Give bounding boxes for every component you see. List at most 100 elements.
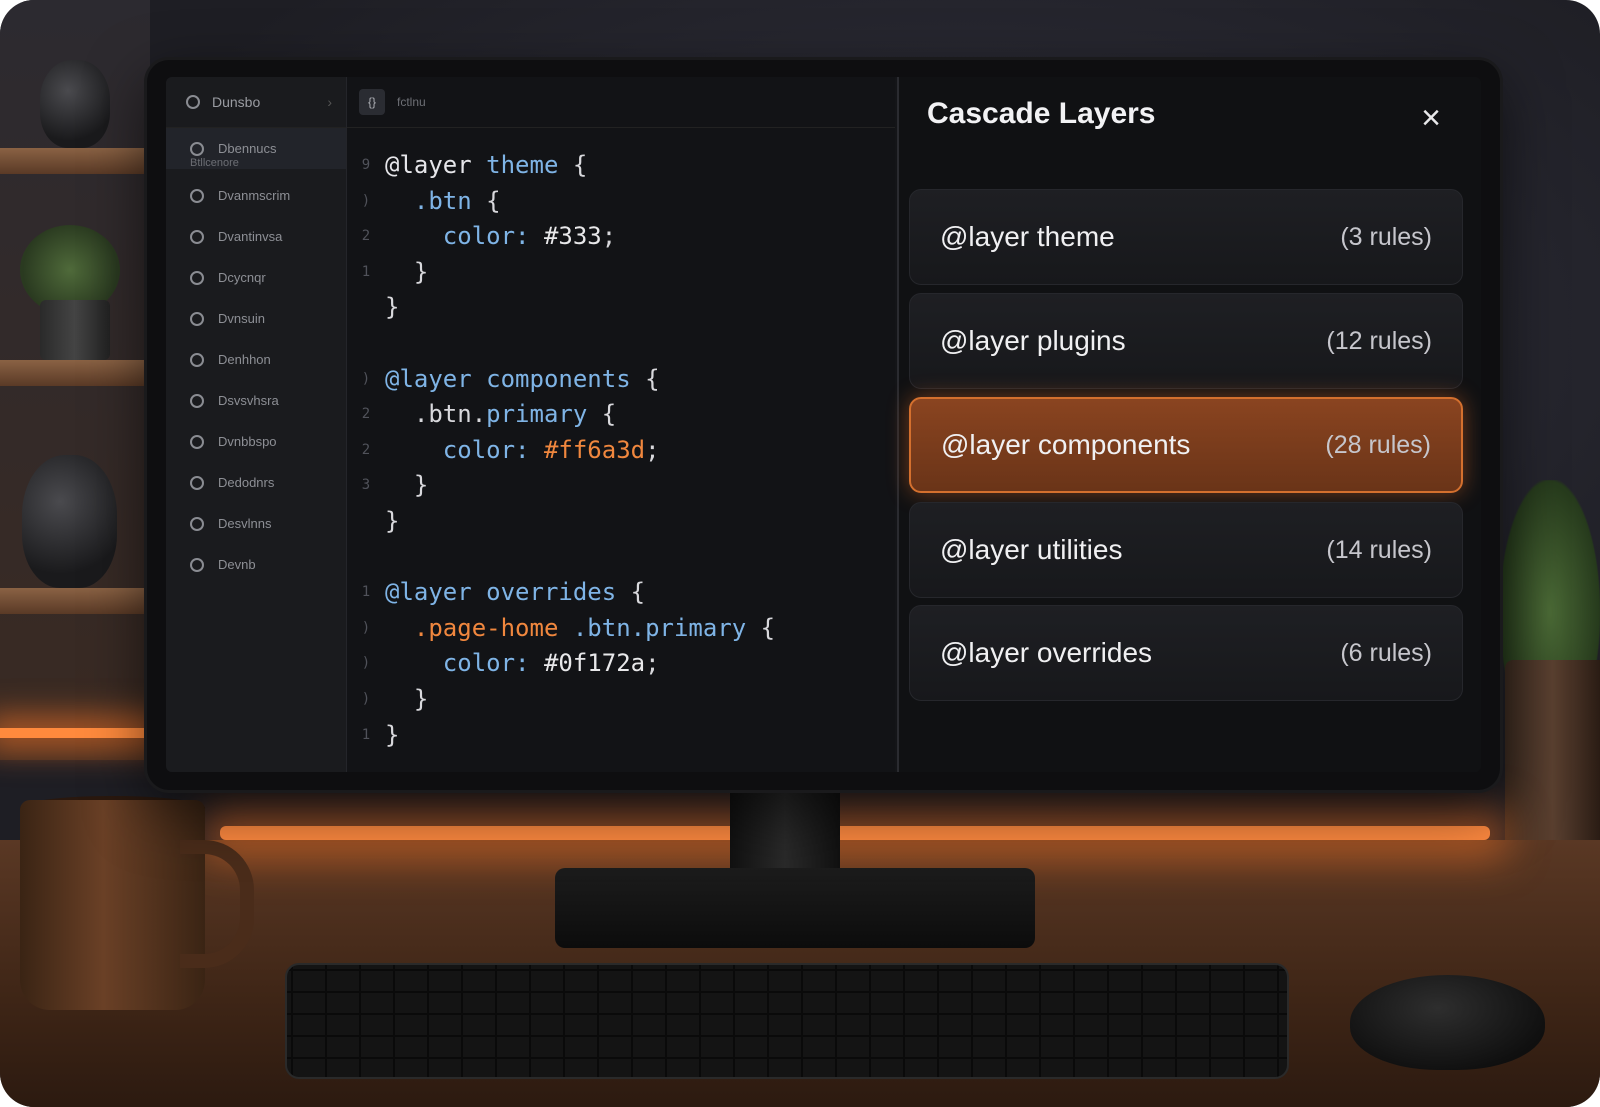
sidebar-item[interactable]: Dvantinvsa bbox=[166, 216, 346, 257]
line-number: 2 bbox=[361, 406, 371, 423]
code-token: theme bbox=[486, 151, 559, 179]
shelf-glow bbox=[0, 728, 150, 738]
code-token: @layer bbox=[385, 151, 487, 179]
layer-row[interactable]: @layer theme (3 rules) bbox=[909, 189, 1463, 285]
code-token: color: bbox=[385, 435, 544, 464]
code-token: { bbox=[746, 613, 776, 642]
layer-name: @layer components bbox=[941, 429, 1191, 460]
code-token: ; bbox=[645, 649, 660, 678]
sidebar-item[interactable]: Desvlnns bbox=[166, 503, 346, 544]
line-number: ) bbox=[361, 192, 371, 209]
desk-glow bbox=[220, 826, 1490, 840]
layer-rule-count: (6 rules) bbox=[1340, 638, 1432, 667]
code-token: primary bbox=[486, 400, 588, 429]
code-line: 3 } bbox=[347, 467, 429, 503]
circle-icon bbox=[190, 188, 204, 203]
sidebar-item-label: Desvlnns bbox=[218, 516, 272, 531]
sidebar-item-label: Devnb bbox=[218, 557, 256, 572]
sidebar-item-label: Dbennucs bbox=[218, 141, 277, 156]
sidebar-item-label: Dvnbbspo bbox=[218, 434, 277, 449]
code-token: { bbox=[558, 151, 588, 179]
sidebar-item[interactable]: Dvnbbspo bbox=[166, 421, 346, 462]
editor-tab-label[interactable]: fctlnu bbox=[397, 95, 426, 109]
sidebar-item-label: Dvantinvsa bbox=[218, 229, 283, 244]
code-line: ) } bbox=[347, 681, 429, 717]
circle-icon bbox=[190, 229, 204, 244]
sidebar-header[interactable]: Dunsbo › bbox=[166, 77, 346, 128]
desk-scene: Dunsbo › Dbennucs Btllcenore Dvanmscrim Dva… bbox=[0, 0, 1600, 1107]
layer-row[interactable]: @layer components (28 rules) bbox=[909, 397, 1463, 493]
sidebar-item-label: Dvanmscrim bbox=[218, 188, 291, 203]
code-token: } bbox=[385, 293, 400, 322]
sidebar-item[interactable]: Dvanmscrim bbox=[166, 175, 346, 216]
line-number: 1 bbox=[361, 726, 371, 743]
chevron-right-icon: › bbox=[327, 94, 332, 110]
code-editor[interactable]: {} fctlnu 9 @layer theme {) .btn {2 color… bbox=[347, 77, 895, 772]
code-area[interactable]: 9 @layer theme {) .btn {2 color: #333; 1 }… bbox=[347, 147, 895, 767]
close-icon[interactable]: × bbox=[1415, 101, 1447, 135]
file-sidebar: Dunsbo › Dbennucs Btllcenore Dvanmscrim Dva… bbox=[166, 77, 347, 772]
sidebar-list: Dbennucs Btllcenore Dvanmscrim Dvantinvsa Dc… bbox=[166, 128, 346, 585]
code-token: #333 bbox=[543, 222, 602, 251]
editor-tab-bar: {} fctlnu bbox=[347, 77, 895, 128]
circle-icon bbox=[190, 434, 204, 449]
layer-row[interactable]: @layer utilities (14 rules) bbox=[909, 502, 1463, 598]
sidebar-item[interactable]: Dsvsvhsra bbox=[166, 380, 346, 421]
circle-icon bbox=[190, 141, 204, 156]
code-line: 1 @layer overrides { bbox=[347, 574, 645, 610]
code-token: @layer bbox=[385, 578, 487, 607]
code-line: } bbox=[347, 289, 399, 325]
monitor: Dunsbo › Dbennucs Btllcenore Dvanmscrim Dva… bbox=[147, 60, 1500, 790]
vase bbox=[40, 60, 110, 148]
braces-icon[interactable]: {} bbox=[359, 89, 385, 115]
shelf bbox=[0, 360, 150, 386]
layer-name: @layer plugins bbox=[940, 325, 1126, 356]
layer-name: @layer overrides bbox=[940, 637, 1153, 668]
mouse bbox=[1350, 975, 1545, 1070]
circle-icon bbox=[186, 95, 200, 109]
code-line: 1 } bbox=[347, 254, 429, 290]
line-number: 9 bbox=[361, 157, 371, 173]
shelf bbox=[0, 148, 150, 174]
sidebar-item[interactable]: Dcycnqr bbox=[166, 257, 346, 298]
line-number: ) bbox=[361, 691, 371, 707]
sidebar-item-sublabel: Btllcenore bbox=[190, 157, 239, 169]
code-line: 2 .btn. primary { bbox=[347, 396, 616, 432]
code-token: { bbox=[630, 364, 660, 393]
sidebar-item[interactable]: Denhhon bbox=[166, 339, 346, 380]
sidebar-item[interactable]: Devnb bbox=[166, 544, 346, 585]
layer-name: @layer utilities bbox=[940, 534, 1123, 565]
layer-row[interactable]: @layer overrides (6 rules) bbox=[909, 605, 1463, 701]
sidebar-header-label: Dunsbo bbox=[212, 94, 261, 110]
code-line: ) .btn { bbox=[347, 183, 501, 219]
code-token: color: bbox=[385, 222, 544, 251]
code-line: ) .page-home .btn.primary { bbox=[347, 610, 775, 646]
circle-icon bbox=[190, 516, 204, 531]
sidebar-item-label: Dcycnqr bbox=[218, 270, 266, 285]
layer-row[interactable]: @layer plugins (12 rules) bbox=[909, 293, 1463, 389]
sidebar-item[interactable]: Dedodnrs bbox=[166, 462, 346, 503]
line-number: 3 bbox=[361, 477, 371, 494]
sculpture bbox=[22, 455, 117, 588]
panel-title: Cascade Layers bbox=[927, 97, 1156, 130]
circle-icon bbox=[190, 270, 204, 285]
monitor-stand-base bbox=[555, 868, 1035, 948]
pot bbox=[1505, 660, 1600, 860]
line-number: ) bbox=[361, 619, 371, 636]
code-token: } bbox=[385, 471, 429, 500]
sidebar-item-label: Denhhon bbox=[218, 352, 271, 367]
code-token: } bbox=[385, 685, 429, 713]
code-token: components bbox=[486, 364, 631, 393]
keyboard bbox=[285, 963, 1289, 1079]
code-line: 2 color: #ff6a3d; bbox=[347, 432, 660, 468]
sidebar-item[interactable]: Dvnsuin bbox=[166, 298, 346, 339]
code-token: ; bbox=[601, 222, 617, 251]
code-line: 2 color: #333; bbox=[347, 218, 616, 254]
code-token: { bbox=[616, 578, 646, 607]
code-token: #0f172a bbox=[543, 649, 646, 678]
layer-rule-count: (14 rules) bbox=[1326, 535, 1432, 564]
layer-rule-count: (3 rules) bbox=[1340, 222, 1432, 251]
code-token: .btn. bbox=[385, 400, 487, 429]
